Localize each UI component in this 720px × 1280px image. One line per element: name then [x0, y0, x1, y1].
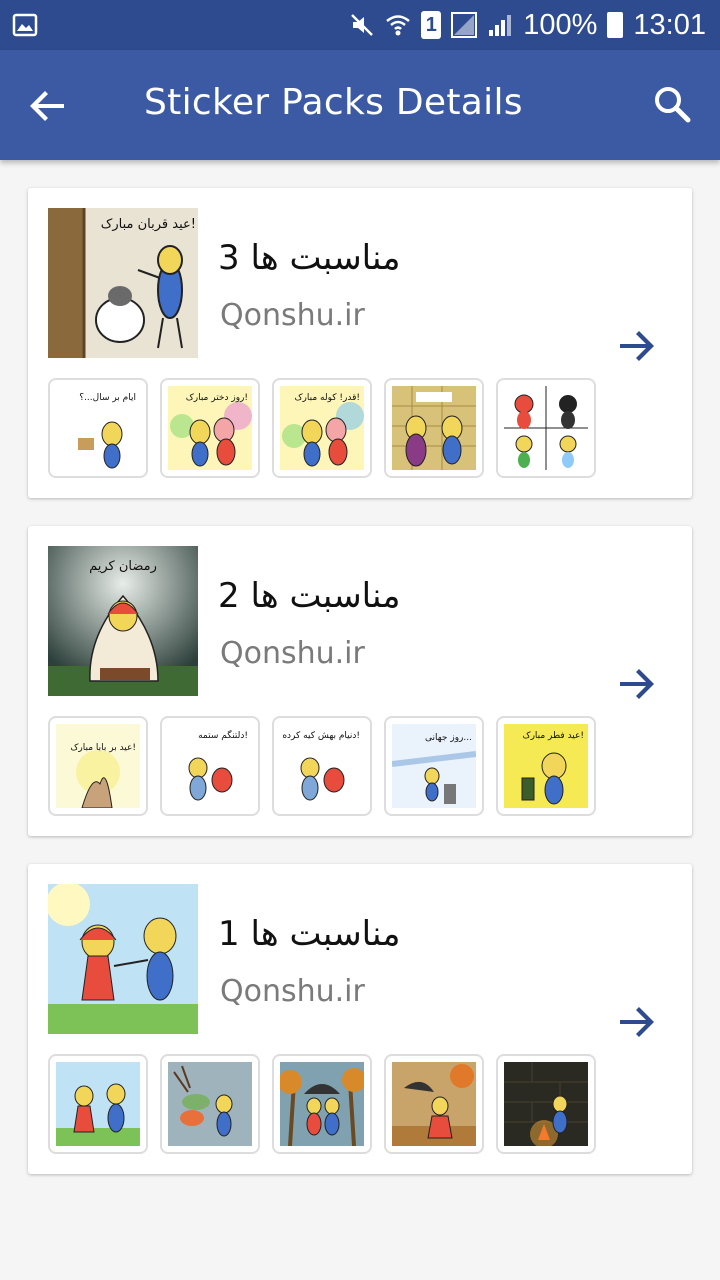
pack-publisher: Qonshu.ir [220, 298, 365, 333]
sticker-thumbnail[interactable] [48, 1054, 148, 1154]
battery-icon [607, 12, 624, 38]
arrow-forward-icon [620, 1007, 654, 1037]
svg-text:دنیام بهش کیه کرده!: دنیام بهش کیه کرده! [282, 731, 360, 741]
search-button[interactable] [648, 80, 696, 128]
arrow-forward-icon [620, 669, 654, 699]
sticker-pack-card[interactable]: رمضان کریم مناسبت ها 2 Qonshu.ir عید بر … [28, 526, 692, 836]
sticker-thumbnail[interactable] [272, 1054, 372, 1154]
sticker-thumbnail[interactable] [496, 1054, 596, 1154]
svg-text:ایام بر سال...؟: ایام بر سال...؟ [79, 393, 136, 403]
sticker-preview-row: عید بر بابا مبارک! دلتنگم ستمه! دنیام به… [48, 716, 596, 816]
open-pack-button[interactable] [616, 326, 656, 366]
open-pack-button[interactable] [616, 664, 656, 704]
status-bar: 1 100% 13:01 [0, 0, 720, 50]
clock: 13:01 [633, 8, 706, 41]
sticker-pack-card[interactable]: عید قربان مبارک! مناسبت ها 3 Qonshu.ir ا… [28, 188, 692, 498]
mute-icon [349, 12, 375, 38]
sim-icon: 1 [421, 11, 442, 39]
svg-text:عید بر بابا مبارک!: عید بر بابا مبارک! [70, 742, 136, 753]
pack-cover-image: عید قربان مبارک! [48, 208, 198, 358]
svg-text:روز دختر مبارک!: روز دختر مبارک! [186, 392, 248, 403]
arrow-forward-icon [620, 331, 654, 361]
svg-text:روز جهانی...: روز جهانی... [425, 733, 472, 743]
sticker-preview-row [48, 1054, 596, 1154]
sticker-thumbnail[interactable] [384, 1054, 484, 1154]
page-title: Sticker Packs Details [144, 82, 523, 123]
sticker-thumbnail[interactable]: دلتنگم ستمه! [160, 716, 260, 816]
sticker-thumbnail[interactable] [160, 1054, 260, 1154]
sticker-thumbnail[interactable]: روز جهانی... [384, 716, 484, 816]
sticker-thumbnail[interactable]: دنیام بهش کیه کرده! [272, 716, 372, 816]
pack-cover-image: رمضان کریم [48, 546, 198, 696]
sticker-pack-card[interactable]: مناسبت ها 1 Qonshu.ir [28, 864, 692, 1174]
cover-caption: رمضان کریم [89, 559, 157, 574]
open-pack-button[interactable] [616, 1002, 656, 1042]
pack-publisher: Qonshu.ir [220, 974, 365, 1009]
cover-caption: عید قربان مبارک! [101, 217, 196, 232]
sticker-thumbnail[interactable]: روز دختر مبارک! [160, 378, 260, 478]
sticker-thumbnail[interactable]: ایام بر سال...؟ [48, 378, 148, 478]
sticker-thumbnail[interactable] [496, 378, 596, 478]
signal-icon [487, 12, 513, 38]
sticker-preview-row: ایام بر سال...؟ روز دختر مبارک! قدر! کول… [48, 378, 596, 478]
wifi-icon [385, 12, 411, 38]
signal-icon [451, 12, 478, 38]
pack-name: مناسبت ها 2 [218, 576, 401, 616]
pack-cover-image [48, 884, 198, 1034]
sticker-thumbnail[interactable]: عید بر بابا مبارک! [48, 716, 148, 816]
gallery-icon [12, 12, 38, 38]
app-bar: Sticker Packs Details [0, 50, 720, 160]
svg-text:عید فطر مبارک!: عید فطر مبارک! [523, 730, 584, 741]
search-icon [655, 87, 691, 123]
pack-name: مناسبت ها 1 [218, 914, 401, 954]
back-button[interactable] [24, 82, 72, 130]
sticker-thumbnail[interactable]: عید فطر مبارک! [496, 716, 596, 816]
pack-publisher: Qonshu.ir [220, 636, 365, 671]
arrow-back-icon [30, 91, 64, 121]
svg-text:دلتنگم ستمه!: دلتنگم ستمه! [198, 729, 248, 741]
sticker-thumbnail[interactable] [384, 378, 484, 478]
pack-name: مناسبت ها 3 [218, 238, 401, 278]
svg-text:قدر! کوله مبارک!: قدر! کوله مبارک! [295, 392, 361, 403]
sticker-thumbnail[interactable]: قدر! کوله مبارک! [272, 378, 372, 478]
battery-percent: 100% [523, 8, 598, 41]
